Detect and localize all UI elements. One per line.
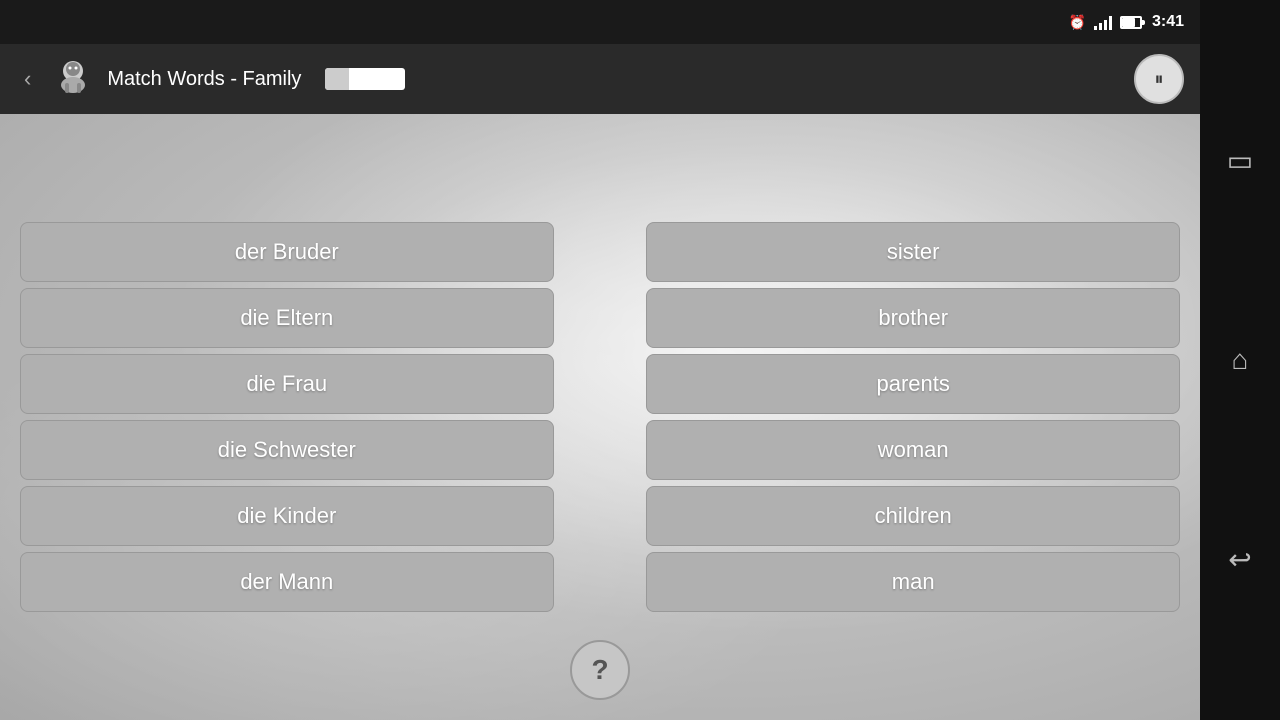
german-word-btn[interactable]: die Frau [20, 354, 554, 414]
app-title: Match Words - Family [107, 68, 301, 91]
back-button[interactable]: ‹ [16, 62, 39, 96]
german-word-btn[interactable]: die Schwester [20, 420, 554, 480]
english-word-btn[interactable]: brother [646, 288, 1180, 348]
battery-icon [1120, 16, 1142, 29]
english-word-btn[interactable]: parents [646, 354, 1180, 414]
german-word-btn[interactable]: der Mann [20, 552, 554, 612]
right-column: sisterbrotherparentswomanchildrenman [646, 222, 1180, 612]
nav-bar: ▭ ⌂ ↩ [1200, 0, 1280, 720]
status-bar: ⏰ 3:41 [0, 0, 1200, 44]
progress-bar-fill [325, 68, 349, 90]
nav-home-icon[interactable]: ⌂ [1232, 344, 1249, 376]
game-area: der Bruderdie Elterndie Fraudie Schweste… [0, 114, 1200, 720]
pause-button[interactable]: ⏸ [1134, 54, 1184, 104]
german-word-btn[interactable]: die Eltern [20, 288, 554, 348]
german-word-btn[interactable]: der Bruder [20, 222, 554, 282]
top-bar: ‹ Match Words - Family ⏸ [0, 44, 1200, 114]
english-word-btn[interactable]: woman [646, 420, 1180, 480]
english-word-btn[interactable]: man [646, 552, 1180, 612]
help-button[interactable]: ? [570, 640, 630, 700]
app-icon [51, 57, 95, 101]
left-column: der Bruderdie Elterndie Fraudie Schweste… [20, 222, 554, 612]
english-word-btn[interactable]: sister [646, 222, 1180, 282]
progress-bar [325, 68, 405, 90]
english-word-btn[interactable]: children [646, 486, 1180, 546]
alarm-icon: ⏰ [1069, 14, 1086, 31]
nav-back-icon[interactable]: ↩ [1228, 543, 1251, 576]
nav-rectangle-icon[interactable]: ▭ [1227, 144, 1253, 177]
german-word-btn[interactable]: die Kinder [20, 486, 554, 546]
word-columns: der Bruderdie Elterndie Fraudie Schweste… [0, 212, 1200, 622]
time-display: 3:41 [1152, 13, 1184, 31]
signal-icon [1094, 14, 1112, 30]
